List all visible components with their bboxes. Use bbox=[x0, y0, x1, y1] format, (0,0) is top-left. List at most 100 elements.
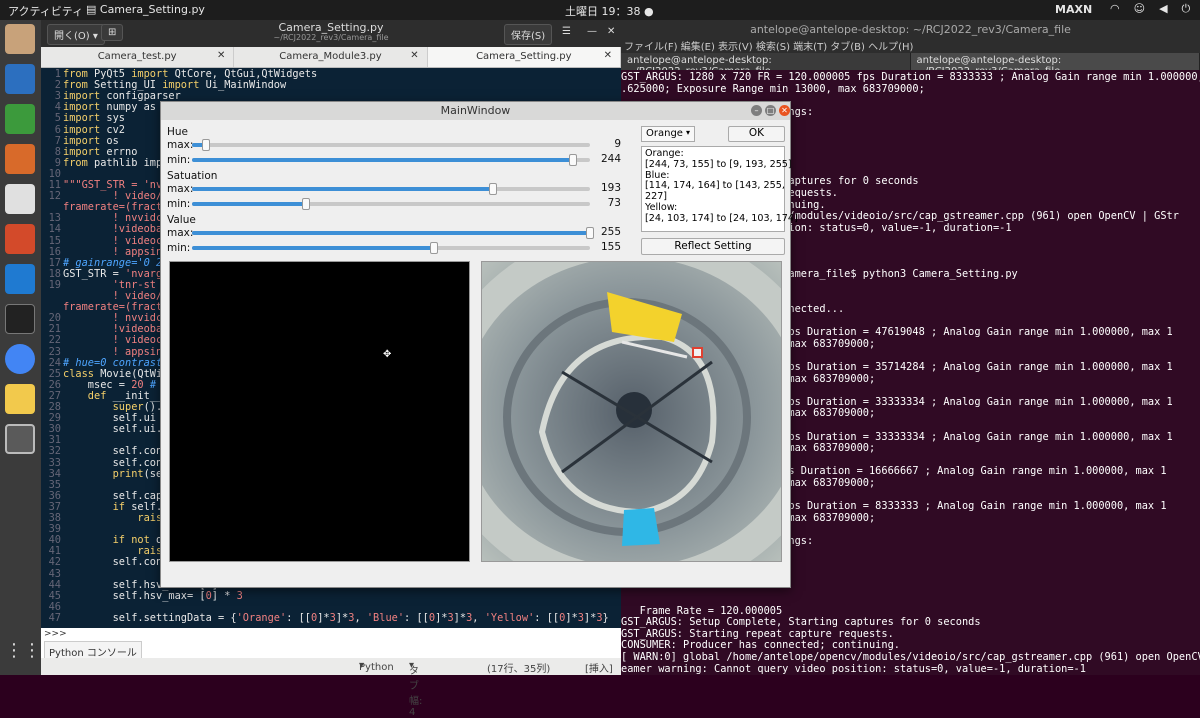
clock-label: 土曜日 19：38 bbox=[565, 5, 641, 18]
chromium-icon[interactable] bbox=[5, 344, 35, 374]
app-menu-label: Camera_Setting.py bbox=[100, 3, 205, 16]
terminal-tab-active[interactable]: antelope@antelope-desktop: ~/RCJ2022_rev… bbox=[911, 53, 1200, 70]
insert-mode: [挿入] bbox=[585, 660, 613, 675]
code-token: 'Yellow' bbox=[485, 612, 535, 624]
ok-button[interactable]: OK bbox=[728, 126, 785, 142]
value-max-slider[interactable] bbox=[192, 231, 590, 235]
minimize-icon[interactable]: – bbox=[751, 105, 762, 116]
show-apps-icon[interactable]: ⋮⋮ bbox=[5, 640, 35, 670]
maximize-icon[interactable]: □ bbox=[765, 105, 776, 116]
impress-icon[interactable] bbox=[5, 144, 35, 174]
camera-preview bbox=[481, 261, 782, 562]
editor-header: 開く(O) ▾ ⊞ Camera_Setting.py ~/RCJ2022_re… bbox=[41, 20, 621, 47]
hue-min-slider[interactable] bbox=[192, 158, 590, 162]
files-icon[interactable] bbox=[5, 24, 35, 54]
code-token: } bbox=[603, 612, 609, 624]
code-token: , bbox=[354, 612, 366, 624]
code-token: : [[ bbox=[404, 612, 429, 624]
terminal-line: [ WARN:0] global /home/antelope/opencv/m… bbox=[621, 652, 1200, 664]
code-token: ]* bbox=[565, 612, 577, 624]
close-icon[interactable]: ✕ bbox=[217, 50, 225, 61]
camera-image bbox=[482, 262, 782, 562]
line-number: 47 bbox=[41, 613, 61, 624]
cursor-icon: ✥ bbox=[383, 349, 391, 360]
saturation-max-label: max: bbox=[167, 183, 193, 195]
code-token: ]* bbox=[584, 612, 596, 624]
code-token: 'Blue' bbox=[367, 612, 404, 624]
software-store-icon[interactable] bbox=[5, 184, 35, 214]
language-selector[interactable]: Python ▾ bbox=[359, 660, 364, 671]
minimize-icon[interactable]: — bbox=[581, 24, 603, 39]
tab-label: Camera_Module3.py bbox=[279, 51, 381, 62]
reflect-setting-button[interactable]: Reflect Setting bbox=[641, 238, 785, 255]
hue-min-label: min: bbox=[167, 154, 190, 166]
text-editor-icon[interactable] bbox=[5, 384, 35, 414]
saturation-min-slider[interactable] bbox=[192, 202, 590, 206]
slider-handle[interactable] bbox=[202, 139, 210, 151]
terminal-icon[interactable] bbox=[5, 304, 35, 334]
code-token: self.conf bbox=[63, 556, 168, 568]
hue-min-value: 244 bbox=[581, 153, 621, 165]
line-number: 6 bbox=[41, 125, 61, 136]
saturation-min-label: min: bbox=[167, 198, 190, 210]
color-select[interactable]: Orange ▾ bbox=[641, 126, 695, 142]
console-prompt: >>> bbox=[44, 629, 67, 639]
nvidia-indicator[interactable]: MAXN bbox=[1055, 3, 1092, 16]
clock-dot-icon: ● bbox=[644, 5, 654, 18]
code-line: self.conf bbox=[63, 557, 168, 568]
editor-tabs: Camera_test.py✕ Camera_Module3.py ✕ Camer… bbox=[41, 47, 621, 68]
code-token: : [[ bbox=[286, 612, 311, 624]
settings-icon[interactable] bbox=[5, 224, 35, 254]
writer-icon[interactable] bbox=[5, 64, 35, 94]
hue-label: Hue bbox=[167, 126, 188, 138]
terminal-menubar[interactable]: ファイル(F) 編集(E) 表示(V) 検索(S) 端末(T) タブ(B) ヘル… bbox=[621, 38, 1200, 53]
code-token: : [[ bbox=[534, 612, 559, 624]
code-token: ] * bbox=[212, 590, 237, 602]
main-window: MainWindow – □ ✕ Hue max: min: Satuation… bbox=[160, 101, 791, 588]
terminal-tab[interactable]: antelope@antelope-desktop: ~/RCJ2022_rev… bbox=[621, 53, 911, 70]
save-button[interactable]: 保存(S) bbox=[504, 24, 552, 45]
code-token: ]* bbox=[317, 612, 329, 624]
code-token bbox=[63, 468, 113, 480]
tab-camera-module3[interactable]: Camera_Module3.py ✕ bbox=[234, 47, 427, 67]
tab-camera-test[interactable]: Camera_test.py✕ bbox=[41, 47, 234, 67]
slider-handle[interactable] bbox=[489, 183, 497, 195]
color-select-value: Orange bbox=[646, 128, 683, 139]
close-icon[interactable]: ✕ bbox=[779, 105, 790, 116]
saturation-max-slider[interactable] bbox=[192, 187, 590, 191]
value-min-slider[interactable] bbox=[192, 246, 590, 250]
tab-width-selector[interactable]: タブ幅: 4 ▾ bbox=[409, 660, 414, 671]
app-menu[interactable]: ▤ Camera_Setting.py bbox=[86, 3, 205, 16]
slider-handle[interactable] bbox=[430, 242, 438, 254]
code-line: raise bbox=[63, 513, 168, 524]
close-icon[interactable]: ✕ bbox=[604, 50, 612, 61]
slider-handle[interactable] bbox=[569, 154, 577, 166]
tab-camera-setting[interactable]: Camera_Setting.py✕ bbox=[428, 47, 621, 67]
code-line: self.settingData = {'Orange': [[0]*3]*3,… bbox=[63, 613, 609, 624]
accessibility-icon[interactable]: ☺ bbox=[1134, 2, 1145, 16]
vscode-icon[interactable] bbox=[5, 264, 35, 294]
code-token: self.ui.s bbox=[63, 423, 168, 435]
activities-button[interactable]: アクティビティ bbox=[8, 3, 83, 19]
hue-max-label: max: bbox=[167, 139, 193, 151]
close-icon[interactable]: ✕ bbox=[410, 50, 418, 61]
code-token: ]* bbox=[435, 612, 447, 624]
settings-display: Orange: [244, 73, 155] to [9, 193, 255] … bbox=[641, 146, 785, 232]
slider-handle[interactable] bbox=[302, 198, 310, 210]
calc-icon[interactable] bbox=[5, 104, 35, 134]
app-icon-active[interactable] bbox=[5, 424, 35, 454]
language-label: Python bbox=[359, 662, 394, 673]
volume-icon[interactable]: ◀ bbox=[1159, 2, 1167, 16]
clock[interactable]: 土曜日 19：38 ● bbox=[565, 3, 654, 19]
power-icon[interactable]: ⏻ bbox=[1182, 2, 1191, 16]
code-token: 3 bbox=[237, 590, 243, 602]
menu-icon[interactable]: ☰ bbox=[556, 24, 577, 39]
close-icon[interactable]: ✕ bbox=[601, 24, 621, 39]
hue-max-slider[interactable] bbox=[192, 143, 590, 147]
saturation-label: Satuation bbox=[167, 170, 217, 182]
wifi-icon[interactable]: ◠ bbox=[1110, 2, 1120, 16]
code-token: Ui_MainWindow bbox=[206, 79, 287, 91]
mask-preview: ✥ bbox=[169, 261, 470, 562]
python-console[interactable]: >>> Python コンソール bbox=[41, 628, 621, 658]
chevron-down-icon: ▾ bbox=[686, 128, 690, 137]
